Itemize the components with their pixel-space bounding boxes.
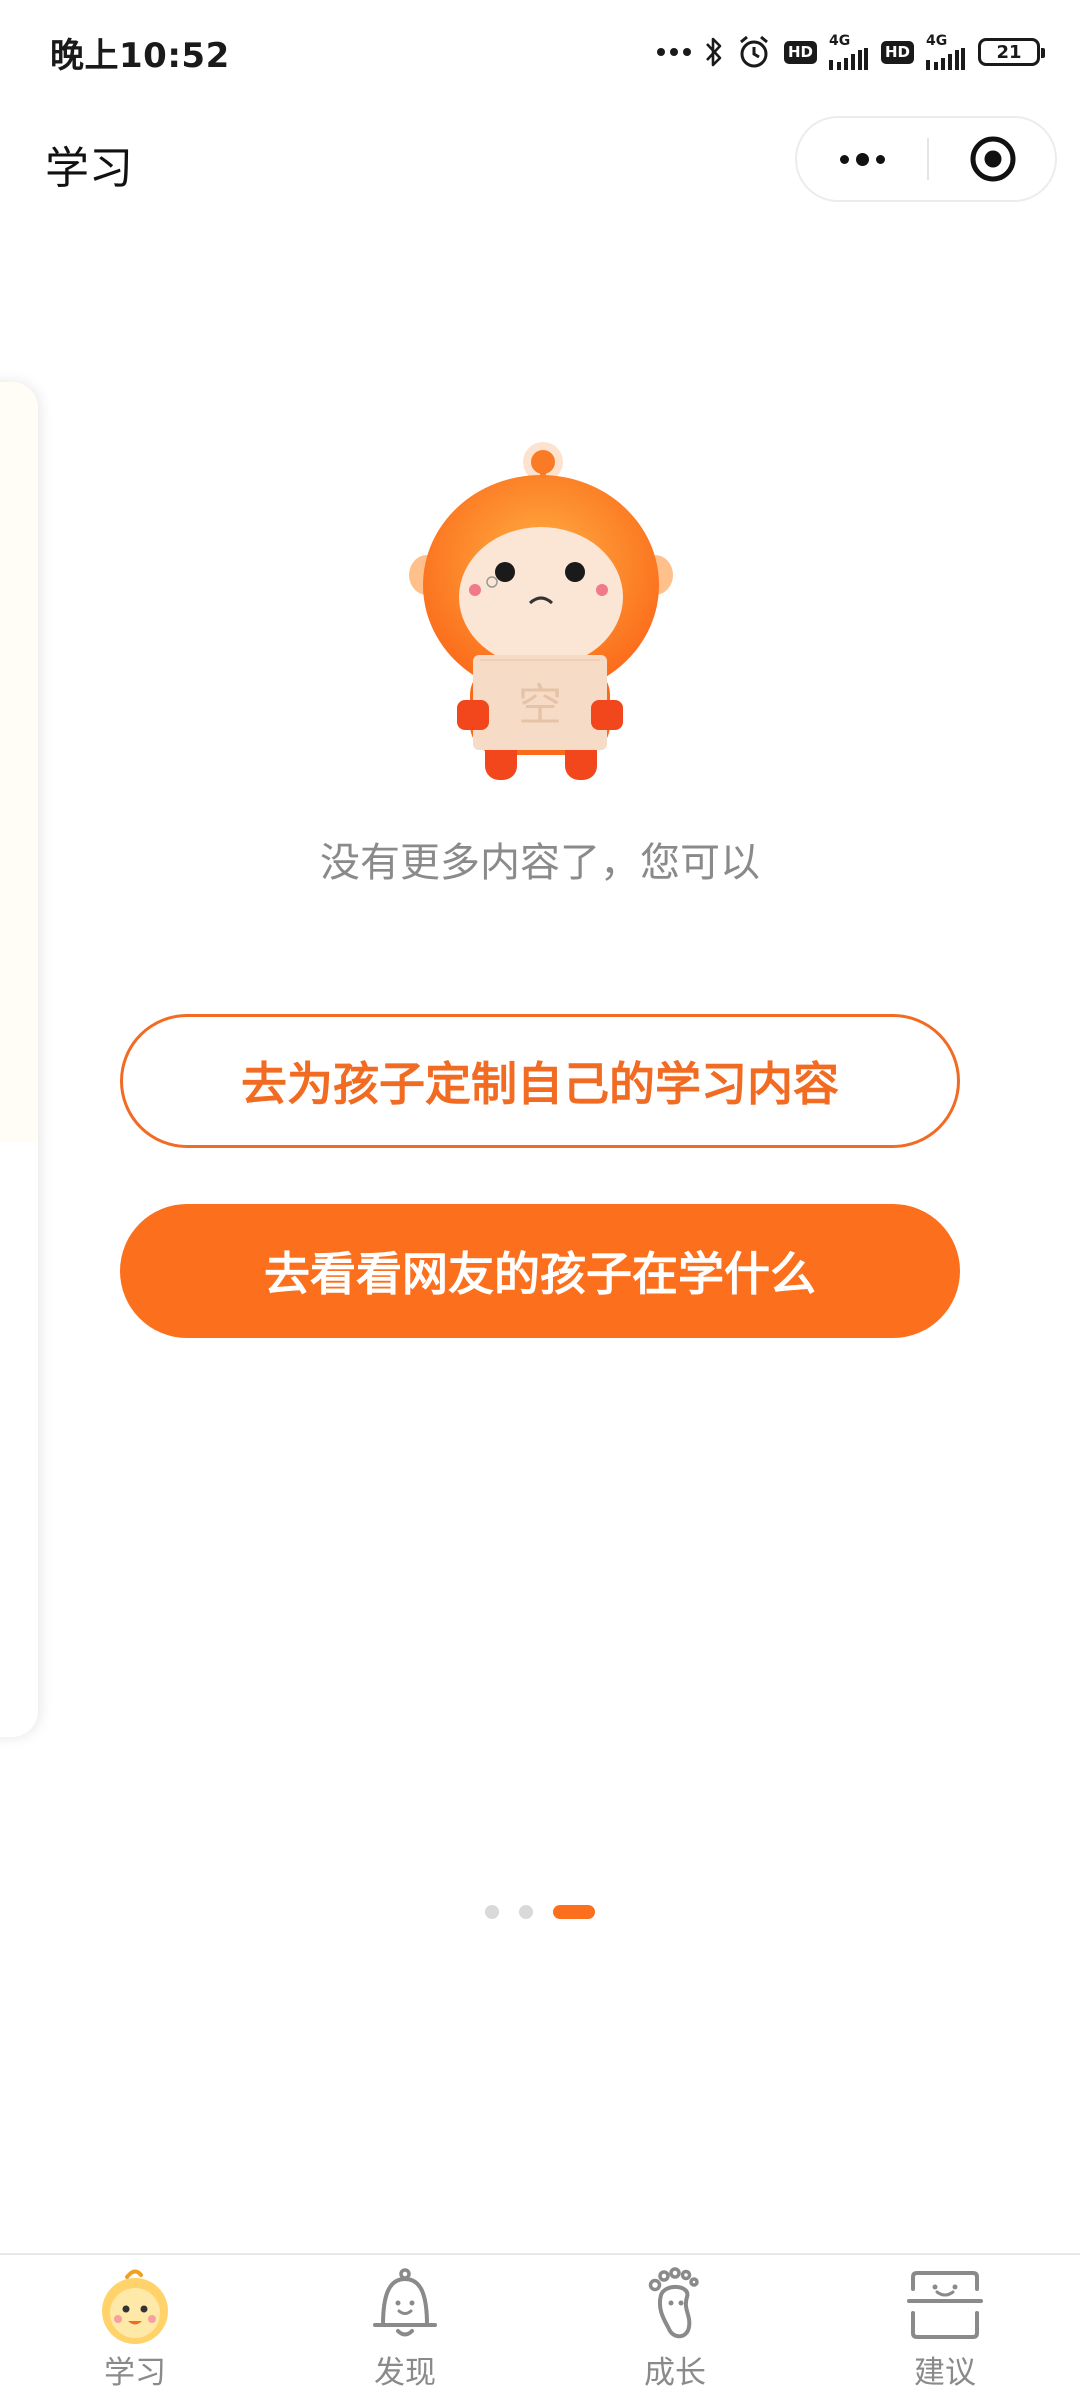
status-bar: 晚上10:52 HD 4G HD 4G 21 bbox=[0, 0, 1080, 105]
battery-icon: 21 bbox=[978, 38, 1045, 66]
more-dot-icon bbox=[839, 154, 849, 164]
tab-label: 发现 bbox=[374, 2355, 436, 2391]
signal-bars-icon bbox=[926, 48, 965, 70]
tab-discover[interactable]: 发现 bbox=[270, 2255, 540, 2402]
page-dot[interactable] bbox=[485, 1905, 499, 1919]
more-dot-icon bbox=[855, 152, 869, 166]
footprint-icon bbox=[635, 2265, 715, 2345]
alarm-icon bbox=[740, 35, 768, 68]
hd-badge-1: HD bbox=[783, 40, 817, 64]
signal-1: 4G bbox=[828, 33, 869, 70]
customize-content-button[interactable]: 去为孩子定制自己的学习内容 bbox=[120, 1014, 960, 1148]
hd-badge-2: HD bbox=[880, 40, 914, 64]
tab-study[interactable]: 学习 bbox=[0, 2255, 270, 2402]
network-label-1: 4G bbox=[828, 33, 851, 49]
bottom-tab-bar: 学习 发现 成长 建议 bbox=[0, 2253, 1080, 2402]
browse-others-button[interactable]: 去看看网友的孩子在学什么 bbox=[120, 1204, 960, 1338]
status-time: 晚上10:52 bbox=[50, 36, 230, 76]
page-title: 学习 bbox=[45, 143, 133, 194]
bluetooth-icon bbox=[706, 37, 722, 67]
tab-label: 建议 bbox=[914, 2355, 976, 2391]
bell-face-icon bbox=[365, 2265, 445, 2345]
tab-growth[interactable]: 成长 bbox=[540, 2255, 810, 2402]
signal-2: 4G bbox=[926, 34, 966, 70]
empty-mascot-illustration: 空 bbox=[409, 442, 673, 780]
mini-program-capsule bbox=[795, 116, 1057, 202]
page-dot[interactable] bbox=[519, 1905, 533, 1919]
more-notifications-icon bbox=[656, 48, 691, 56]
tab-label: 成长 bbox=[644, 2355, 706, 2391]
tab-label: 学习 bbox=[104, 2355, 166, 2391]
more-menu-button[interactable] bbox=[797, 118, 927, 200]
mascot-box-text: 空 bbox=[518, 680, 562, 731]
page-indicator bbox=[0, 1905, 1080, 1919]
close-mini-program-button[interactable] bbox=[929, 118, 1057, 200]
empty-state-message: 没有更多内容了，您可以 bbox=[320, 840, 760, 886]
tab-suggest[interactable]: 建议 bbox=[810, 2255, 1080, 2402]
previous-card-fill bbox=[0, 382, 38, 1142]
network-label-2: 4G bbox=[926, 33, 948, 49]
status-icons: HD 4G HD 4G 21 bbox=[656, 30, 1045, 74]
scan-face-icon bbox=[905, 2265, 985, 2345]
baby-face-icon bbox=[95, 2265, 175, 2345]
signal-bars-icon bbox=[828, 48, 868, 70]
page-dot-active[interactable] bbox=[553, 1905, 595, 1919]
previous-card-edge[interactable] bbox=[0, 382, 38, 1737]
more-dot-icon bbox=[875, 154, 885, 164]
battery-level: 21 bbox=[996, 41, 1022, 63]
target-close-icon bbox=[970, 136, 1016, 182]
